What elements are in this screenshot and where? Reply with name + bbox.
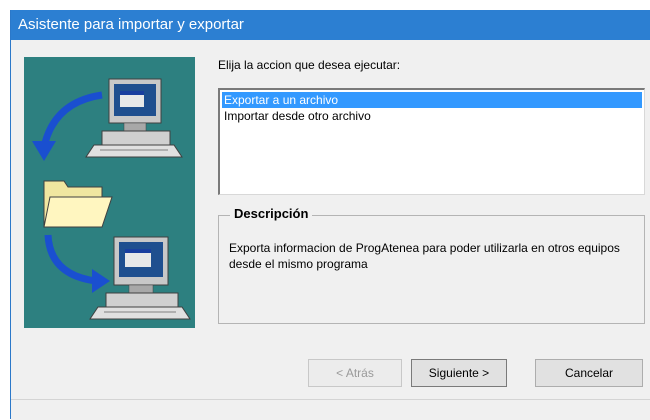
list-item-export[interactable]: Exportar a un archivo [222, 92, 642, 108]
description-text: Exporta informacion de ProgAtenea para p… [229, 241, 620, 271]
back-button[interactable]: < Atrás [308, 359, 402, 387]
wizard-window: Asistente para importar y exportar Elija… [10, 10, 650, 420]
arrow-right-icon [44, 234, 110, 293]
computer-icon-top [85, 78, 183, 158]
wizard-illustration [24, 57, 195, 328]
status-bar [11, 399, 650, 420]
title-bar[interactable]: Asistente para importar y exportar [11, 10, 650, 40]
next-button[interactable]: Siguiente > [411, 359, 507, 387]
cancel-button[interactable]: Cancelar [535, 359, 643, 387]
folder-icon [43, 180, 113, 228]
description-title: Descripción [230, 206, 313, 221]
list-item-import[interactable]: Importar desde otro archivo [222, 108, 642, 124]
action-prompt: Elija la accion que desea ejecutar: [218, 58, 401, 72]
action-listbox[interactable]: Exportar a un archivo Importar desde otr… [218, 88, 645, 195]
window-title: Asistente para importar y exportar [18, 16, 244, 33]
